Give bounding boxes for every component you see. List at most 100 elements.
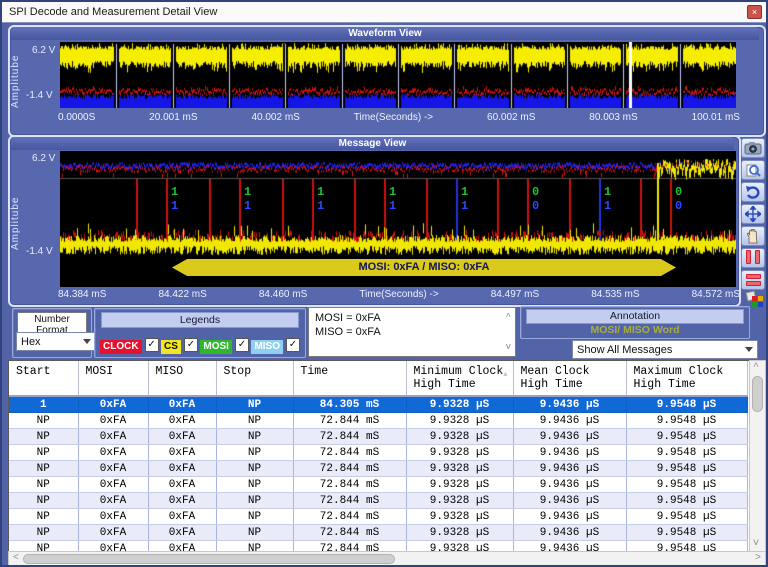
table-cell: NP <box>9 541 78 552</box>
sort-ascending-icon: ▲ <box>503 371 507 379</box>
zoom-button[interactable] <box>741 160 765 180</box>
legend-checkbox[interactable]: ✓ <box>184 338 198 352</box>
table-cell: 0xFA <box>78 493 148 509</box>
mosi-bit: 1 <box>389 186 396 198</box>
table-cell: 0xFA <box>148 509 216 525</box>
legend-checkbox[interactable]: ✓ <box>235 338 249 352</box>
horizontal-scroll-thumb[interactable] <box>23 554 395 564</box>
title-bar: SPI Decode and Measurement Detail View × <box>2 2 766 23</box>
horizontal-cursors-button[interactable] <box>741 270 765 290</box>
undo-button[interactable] <box>741 182 765 202</box>
column-header[interactable]: MISO <box>148 361 216 396</box>
table-cell: NP <box>216 509 293 525</box>
message-summary-line2: MISO = 0xFA <box>315 325 497 339</box>
close-button[interactable]: × <box>747 5 762 19</box>
mosi-bit: 0 <box>675 186 682 198</box>
vertical-cursors-button[interactable] <box>741 248 765 268</box>
table-cell: 0xFA <box>148 429 216 445</box>
pan-icon <box>745 206 761 222</box>
x-tick-label: 84.535 mS <box>591 289 639 300</box>
table-row[interactable]: NP0xFA0xFANP72.844 mS9.9328 µS9.9436 µS9… <box>9 445 747 461</box>
mosi-bit: 1 <box>244 186 251 198</box>
scroll-right-icon[interactable]: > <box>752 553 764 565</box>
column-header[interactable]: MOSI <box>78 361 148 396</box>
legend-checkbox[interactable]: ✓ <box>286 338 300 352</box>
table-cell: 0xFA <box>78 413 148 429</box>
scroll-left-icon[interactable]: < <box>10 553 22 565</box>
table-row[interactable]: NP0xFA0xFANP72.844 mS9.9328 µS9.9436 µS9… <box>9 509 747 525</box>
message-banner[interactable]: MOSI: 0xFA / MISO: 0xFA <box>172 259 676 276</box>
number-format-select[interactable]: Hex <box>16 332 96 351</box>
table-row[interactable]: NP0xFA0xFANP72.844 mS9.9328 µS9.9436 µS9… <box>9 525 747 541</box>
table-row[interactable]: NP0xFA0xFANP72.844 mS9.9328 µS9.9436 µS9… <box>9 541 747 552</box>
x-tick-label: 84.422 mS <box>158 289 206 300</box>
waveform-plot[interactable] <box>60 42 736 108</box>
table-row[interactable]: NP0xFA0xFANP72.844 mS9.9328 µS9.9436 µS9… <box>9 429 747 445</box>
column-header[interactable]: Mean Clock High Time <box>513 361 626 396</box>
column-header[interactable]: Maximum Clock High Time <box>626 361 747 396</box>
table-cell: NP <box>216 477 293 493</box>
table-cell: 0xFA <box>148 413 216 429</box>
table-cell: 0xFA <box>78 525 148 541</box>
scroll-down-icon[interactable]: v <box>506 343 511 352</box>
table-cell: 0xFA <box>78 541 148 552</box>
scroll-up-icon[interactable]: ^ <box>506 313 511 322</box>
table-cell: 0xFA <box>78 396 148 413</box>
x-tick-label: 20.001 mS <box>149 112 197 123</box>
miso-bit: 0 <box>532 200 539 212</box>
waveform-view-title: Waveform View <box>11 27 759 40</box>
table-cell: NP <box>216 413 293 429</box>
table-row[interactable]: NP0xFA0xFANP72.844 mS9.9328 µS9.9436 µS9… <box>9 413 747 429</box>
message-x-axis: 84.384 mS84.422 mS84.460 mSTime(Seconds)… <box>58 289 740 300</box>
spi-decode-window: SPI Decode and Measurement Detail View ×… <box>0 0 768 567</box>
vertical-scroll-thumb[interactable] <box>752 376 763 412</box>
number-format-value: Hex <box>21 336 41 348</box>
table-row[interactable]: NP0xFA0xFANP72.844 mS9.9328 µS9.9436 µS9… <box>9 493 747 509</box>
column-header[interactable]: Minimum Clock High Time▲ <box>406 361 513 396</box>
table-cell: 0xFA <box>78 445 148 461</box>
table-cell: 0xFA <box>148 461 216 477</box>
table-cell: 72.844 mS <box>293 525 406 541</box>
camera-button[interactable] <box>741 138 765 158</box>
table-row[interactable]: 10xFA0xFANP84.305 mS9.9328 µS9.9436 µS9.… <box>9 396 747 413</box>
chevron-down-icon <box>745 347 753 352</box>
message-summary-box[interactable]: MOSI = 0xFA MISO = 0xFA ^ v <box>308 307 516 357</box>
table-cell: 0xFA <box>148 493 216 509</box>
table-cell: 0xFA <box>78 461 148 477</box>
message-y-tick-top: 6.2 V <box>32 153 55 164</box>
table-row[interactable]: NP0xFA0xFANP72.844 mS9.9328 µS9.9436 µS9… <box>9 477 747 493</box>
message-y-axis-label: Amplitube <box>10 180 21 250</box>
scroll-down-icon[interactable]: v <box>750 538 762 550</box>
table-cell: NP <box>9 493 78 509</box>
hand-button[interactable] <box>741 226 765 246</box>
scroll-up-icon[interactable]: ^ <box>750 362 762 374</box>
table-cell: 9.9328 µS <box>406 396 513 413</box>
table-cell: 9.9548 µS <box>626 413 747 429</box>
table-vertical-scrollbar[interactable]: ^ v <box>749 360 766 552</box>
table-cell: NP <box>216 525 293 541</box>
table-cell: 72.844 mS <box>293 493 406 509</box>
pan-button[interactable] <box>741 204 765 224</box>
table-cell: 9.9548 µS <box>626 445 747 461</box>
table-cell: 9.9328 µS <box>406 525 513 541</box>
column-header[interactable]: Start <box>9 361 78 396</box>
message-filter-select[interactable]: Show All Messages <box>572 340 758 359</box>
table-cell: 9.9436 µS <box>513 429 626 445</box>
column-header[interactable]: Time <box>293 361 406 396</box>
table-cell: NP <box>9 477 78 493</box>
table-cell: 9.9328 µS <box>406 477 513 493</box>
x-tick-label: 84.460 mS <box>259 289 307 300</box>
x-tick-label: 100.01 mS <box>692 112 740 123</box>
legend-checkbox[interactable]: ✓ <box>145 338 159 352</box>
mosi-bit: 1 <box>317 186 324 198</box>
table-cell: 72.844 mS <box>293 445 406 461</box>
table-cell: 9.9436 µS <box>513 445 626 461</box>
annotation-group: Annotation MOSI/ MISO Word <box>520 306 750 339</box>
x-tick-label: 84.497 mS <box>491 289 539 300</box>
vertical-cursors-icon <box>744 250 762 267</box>
table-horizontal-scrollbar[interactable]: < > <box>8 551 766 567</box>
table-cell: 0xFA <box>78 429 148 445</box>
column-header[interactable]: Stop <box>216 361 293 396</box>
legend-chip: MOSI <box>200 340 232 354</box>
table-row[interactable]: NP0xFA0xFANP72.844 mS9.9328 µS9.9436 µS9… <box>9 461 747 477</box>
